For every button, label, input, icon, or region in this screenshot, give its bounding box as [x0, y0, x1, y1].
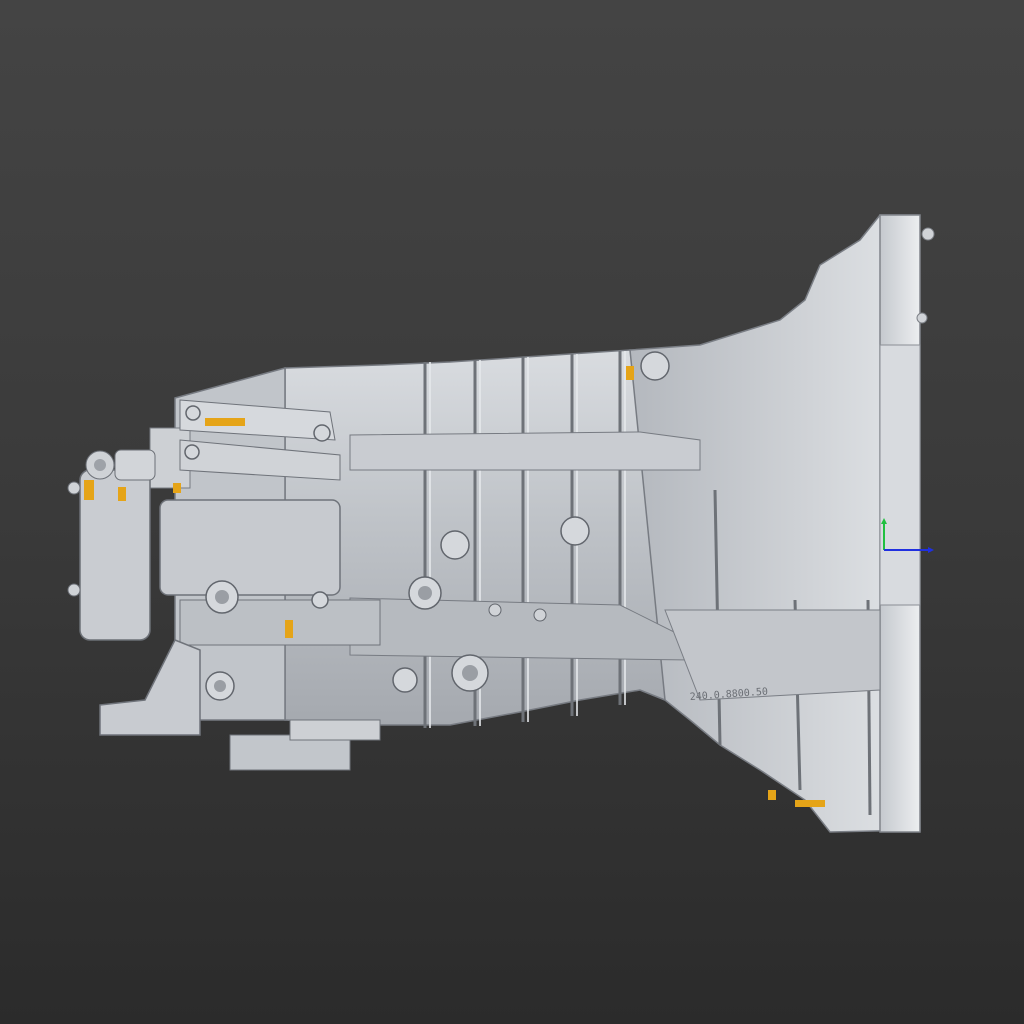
- gearbox-scan-model[interactable]: 240.0.8800.50: [0, 0, 1024, 1024]
- axis-gizmo: [881, 518, 934, 553]
- 3d-viewport[interactable]: 240.0.8800.50: [0, 0, 1024, 1024]
- lower-mount: [99, 639, 201, 736]
